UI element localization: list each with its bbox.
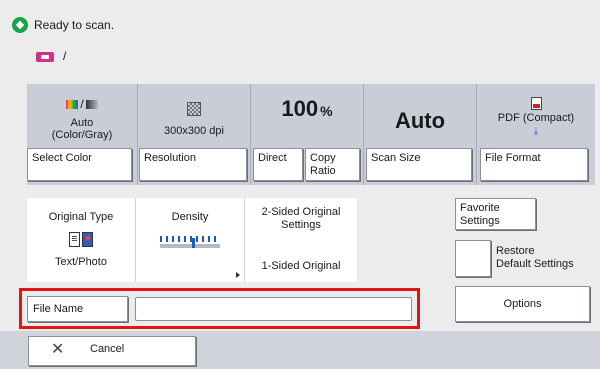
copy-ratio-setting: 100 % Direct Copy Ratio xyxy=(251,84,364,185)
density-title: Density xyxy=(171,211,209,223)
scan-size-value: Auto xyxy=(394,108,446,133)
scan-size-setting: Auto Scan Size xyxy=(364,84,477,185)
copy-ratio-button[interactable]: Copy Ratio xyxy=(305,148,360,181)
scan-settings-panel: / Auto (Color/Gray) Select Color 300x300… xyxy=(27,84,595,185)
resolution-setting: 300x300 dpi Resolution xyxy=(138,84,251,185)
ratio-value: 100 xyxy=(281,96,319,121)
resolution-button[interactable]: Resolution xyxy=(139,148,247,181)
two-sided-settings-button[interactable]: 2-Sided Original Settings 1-Sided Origin… xyxy=(245,198,357,282)
cancel-label: Cancel xyxy=(90,343,125,355)
function-panel: Original Type Text/Photo Density 2-Sided… xyxy=(27,198,357,282)
color-gray-icon: / xyxy=(66,97,98,111)
two-sided-value: 1-Sided Original xyxy=(261,260,341,272)
density-slider xyxy=(160,238,220,248)
file-format-setting: PDF (Compact) ⤓ File Format xyxy=(477,84,595,185)
resolution-icon xyxy=(187,101,201,116)
favorite-settings-button[interactable]: Favorite Settings xyxy=(455,198,536,230)
options-button[interactable]: Options xyxy=(455,286,590,322)
ratio-unit: % xyxy=(320,103,333,119)
download-arrow-icon: ⤓ xyxy=(533,126,539,137)
resolution-value: 300x300 dpi xyxy=(164,124,224,137)
pdf-icon xyxy=(530,97,542,110)
density-scale-dots xyxy=(160,236,220,242)
file-name-button[interactable]: File Name xyxy=(27,296,128,322)
original-type-value: Text/Photo xyxy=(55,256,107,268)
ready-status-icon xyxy=(12,17,28,33)
destination-type-icon xyxy=(36,52,54,62)
destination-separator: / xyxy=(63,49,67,63)
status-bar: Ready to scan. / xyxy=(0,0,600,70)
restore-default-icon-button[interactable] xyxy=(455,240,491,277)
status-message: Ready to scan. xyxy=(34,18,115,32)
file-format-button[interactable]: File Format xyxy=(480,148,588,181)
color-setting: / Auto (Color/Gray) Select Color xyxy=(27,84,138,185)
scan-size-button[interactable]: Scan Size xyxy=(366,148,472,181)
file-name-input[interactable] xyxy=(135,297,412,321)
direct-button[interactable]: Direct xyxy=(253,148,303,181)
color-value: Auto (Color/Gray) xyxy=(51,117,113,141)
close-icon: ✕ xyxy=(51,341,65,358)
two-sided-title: 2-Sided Original Settings xyxy=(261,206,341,231)
expand-corner-icon xyxy=(236,272,240,278)
density-button[interactable]: Density xyxy=(136,198,245,282)
text-photo-icon xyxy=(68,232,94,247)
original-type-button[interactable]: Original Type Text/Photo xyxy=(27,198,136,282)
file-format-value: PDF (Compact) xyxy=(497,112,575,124)
density-thumb xyxy=(192,238,195,248)
original-type-title: Original Type xyxy=(48,211,114,223)
select-color-button[interactable]: Select Color xyxy=(27,148,132,181)
restore-default-settings-label[interactable]: Restore Default Settings xyxy=(496,245,574,271)
